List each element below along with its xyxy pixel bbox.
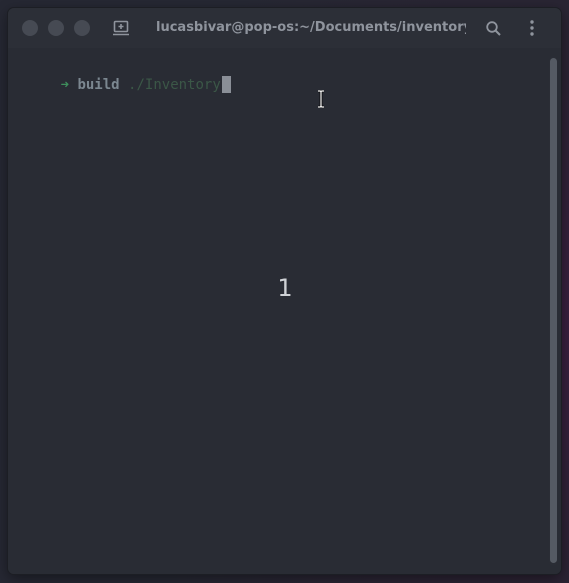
- typed-command: ./Inventory: [128, 77, 221, 93]
- terminal-output[interactable]: ➜ build ./Inventory 1: [8, 48, 561, 574]
- ibeam-cursor-icon: [318, 90, 324, 108]
- window-title: lucasbivar@pop-os:~/Documents/inventory/…: [156, 20, 466, 35]
- terminal-window: lucasbivar@pop-os:~/Documents/inventory/…: [8, 8, 561, 574]
- scrollbar-thumb[interactable]: [550, 58, 557, 563]
- search-icon[interactable]: [485, 20, 502, 37]
- prompt-arrow: ➜: [60, 77, 70, 93]
- prompt-line: ➜ build ./Inventory: [10, 58, 231, 93]
- kebab-menu-icon[interactable]: [524, 19, 540, 37]
- close-button[interactable]: [22, 20, 38, 36]
- step-overlay-number: 1: [277, 274, 293, 302]
- maximize-button[interactable]: [74, 20, 90, 36]
- minimize-button[interactable]: [48, 20, 64, 36]
- prompt-directory: build: [77, 77, 120, 93]
- text-cursor: [221, 76, 231, 93]
- titlebar: lucasbivar@pop-os:~/Documents/inventory/…: [8, 8, 561, 48]
- new-tab-icon[interactable]: [112, 19, 130, 37]
